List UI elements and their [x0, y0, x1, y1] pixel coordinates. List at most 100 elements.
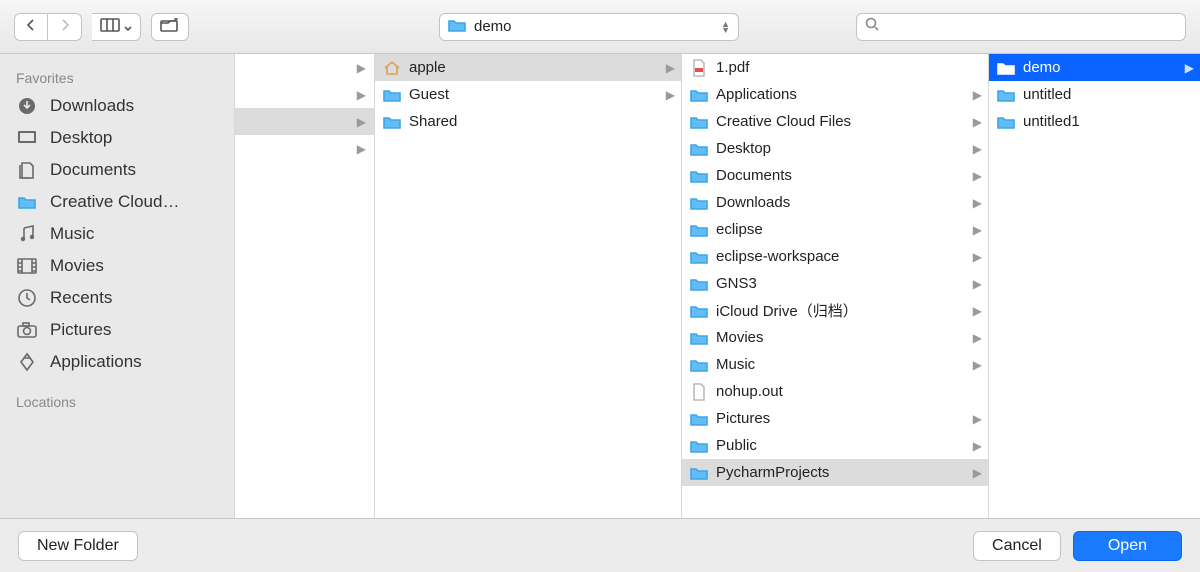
- chevron-right-icon: ▶: [973, 304, 982, 318]
- list-item[interactable]: ▶: [235, 108, 374, 135]
- list-item-creative-cloud-files[interactable]: Creative Cloud Files ▶: [682, 108, 988, 135]
- list-item-eclipse[interactable]: eclipse▶: [682, 216, 988, 243]
- download-circle-icon: [16, 95, 38, 117]
- chevron-right-icon: ▶: [666, 61, 675, 75]
- sidebar-item-label: Desktop: [50, 128, 112, 148]
- new-folder-toolbar-button[interactable]: [151, 13, 189, 41]
- chevron-right-icon: ▶: [973, 358, 982, 372]
- list-item-documents[interactable]: Documents ▶: [682, 162, 988, 189]
- folder-icon: [383, 113, 401, 131]
- chevron-right-icon: ▶: [357, 88, 366, 102]
- list-item-label: iCloud Drive（归档）: [716, 300, 858, 321]
- main-area: Favorites DownloadsDesktopDocumentsCreat…: [0, 54, 1200, 518]
- documents-icon: [16, 159, 38, 181]
- open-button[interactable]: Open: [1073, 531, 1182, 561]
- list-item-label: PycharmProjects: [716, 464, 829, 481]
- chevron-right-icon: ▶: [357, 61, 366, 75]
- chevron-right-icon: [60, 18, 70, 35]
- search-input[interactable]: [885, 19, 1177, 35]
- chevron-right-icon: ▶: [1185, 61, 1194, 75]
- chevron-right-icon: ▶: [973, 439, 982, 453]
- list-item-label: Creative Cloud Files: [716, 113, 851, 130]
- chevron-left-icon: [26, 18, 36, 35]
- desktop-icon: [16, 127, 38, 149]
- column-1[interactable]: apple▶Guest▶ Shared: [375, 54, 682, 518]
- folder-icon: [690, 167, 708, 185]
- folder-icon: [997, 59, 1015, 77]
- nav-forward-button[interactable]: [48, 13, 82, 41]
- search-icon: [865, 17, 879, 36]
- list-item-label: Downloads: [716, 194, 790, 211]
- list-item-guest[interactable]: Guest▶: [375, 81, 681, 108]
- sidebar-item-applications[interactable]: Applications: [0, 346, 234, 378]
- sidebar-item-documents[interactable]: Documents: [0, 154, 234, 186]
- chevron-right-icon: ▶: [973, 169, 982, 183]
- list-item-movies[interactable]: Movies▶: [682, 324, 988, 351]
- search-field[interactable]: [856, 13, 1186, 41]
- list-item-desktop[interactable]: Desktop▶: [682, 135, 988, 162]
- list-item-eclipse-workspace[interactable]: eclipse-workspace▶: [682, 243, 988, 270]
- pictures-folder-icon: [690, 410, 708, 428]
- sidebar-item-movies[interactable]: Movies: [0, 250, 234, 282]
- blank-file-icon: [690, 383, 708, 401]
- sidebar-item-label: Movies: [50, 256, 104, 276]
- sidebar-item-desktop[interactable]: Desktop: [0, 122, 234, 154]
- list-item[interactable]: ▶: [235, 135, 374, 162]
- list-item-pictures[interactable]: Pictures▶: [682, 405, 988, 432]
- list-item-pycharmprojects[interactable]: PycharmProjects ▶: [682, 459, 988, 486]
- view-columns-button[interactable]: [92, 13, 141, 41]
- list-item-music[interactable]: Music▶: [682, 351, 988, 378]
- list-item-untitled[interactable]: untitled: [989, 81, 1200, 108]
- app-folder-icon: [690, 86, 708, 104]
- desktop-folder-icon: [690, 140, 708, 158]
- list-item-label: Documents: [716, 167, 792, 184]
- list-item-public[interactable]: Public ▶: [682, 432, 988, 459]
- folder-icon: [997, 86, 1015, 104]
- sidebar-item-pictures[interactable]: Pictures: [0, 314, 234, 346]
- sidebar-item-creative-cloud-[interactable]: Creative Cloud…: [0, 186, 234, 218]
- list-item-label: Shared: [409, 113, 457, 130]
- folder-icon: [448, 18, 466, 36]
- list-item-shared[interactable]: Shared: [375, 108, 681, 135]
- nav-back-button[interactable]: [14, 13, 48, 41]
- cancel-button[interactable]: Cancel: [973, 531, 1061, 561]
- list-item-label: Public: [716, 437, 757, 454]
- applications-icon: [16, 351, 38, 373]
- path-popup[interactable]: demo ▲▼: [439, 13, 739, 41]
- chevron-right-icon: ▶: [973, 115, 982, 129]
- sidebar-item-downloads[interactable]: Downloads: [0, 90, 234, 122]
- folder-icon: [690, 437, 708, 455]
- column-3[interactable]: demo▶untitleduntitled1: [989, 54, 1200, 518]
- list-item-untitled1[interactable]: untitled1: [989, 108, 1200, 135]
- sidebar-item-recents[interactable]: Recents: [0, 282, 234, 314]
- list-item[interactable]: ▶: [235, 54, 374, 81]
- list-item-apple[interactable]: apple▶: [375, 54, 681, 81]
- column-0[interactable]: ▶▶▶▶: [235, 54, 375, 518]
- column-2[interactable]: 1.pdfApplications▶Creative Cloud Files▶D…: [682, 54, 989, 518]
- list-item-gns3[interactable]: GNS3▶: [682, 270, 988, 297]
- sidebar-item-label: Music: [50, 224, 94, 244]
- sidebar-item-music[interactable]: Music: [0, 218, 234, 250]
- list-item-label: 1.pdf: [716, 59, 749, 76]
- nav-segment: [14, 13, 82, 41]
- list-item-1-pdf[interactable]: 1.pdf: [682, 54, 988, 81]
- toolbar: demo ▲▼: [0, 0, 1200, 54]
- list-item-downloads[interactable]: Downloads▶: [682, 189, 988, 216]
- chevron-down-icon: [124, 19, 132, 35]
- list-item-demo[interactable]: demo▶: [989, 54, 1200, 81]
- list-item-label: eclipse: [716, 221, 763, 238]
- path-label: demo: [474, 18, 512, 35]
- list-item-applications[interactable]: Applications▶: [682, 81, 988, 108]
- music-icon: [16, 223, 38, 245]
- list-item-label: Applications: [716, 86, 797, 103]
- list-item-label: eclipse-workspace: [716, 248, 839, 265]
- chevron-right-icon: ▶: [973, 466, 982, 480]
- camera-icon: [16, 319, 38, 341]
- list-item[interactable]: ▶: [235, 81, 374, 108]
- sidebar-item-label: Creative Cloud…: [50, 192, 179, 212]
- new-folder-button[interactable]: New Folder: [18, 531, 138, 561]
- folder-icon: [383, 86, 401, 104]
- list-item-nohup-out[interactable]: nohup.out: [682, 378, 988, 405]
- folder-icon: [690, 221, 708, 239]
- list-item-icloud-drive-[interactable]: iCloud Drive（归档） ▶: [682, 297, 988, 324]
